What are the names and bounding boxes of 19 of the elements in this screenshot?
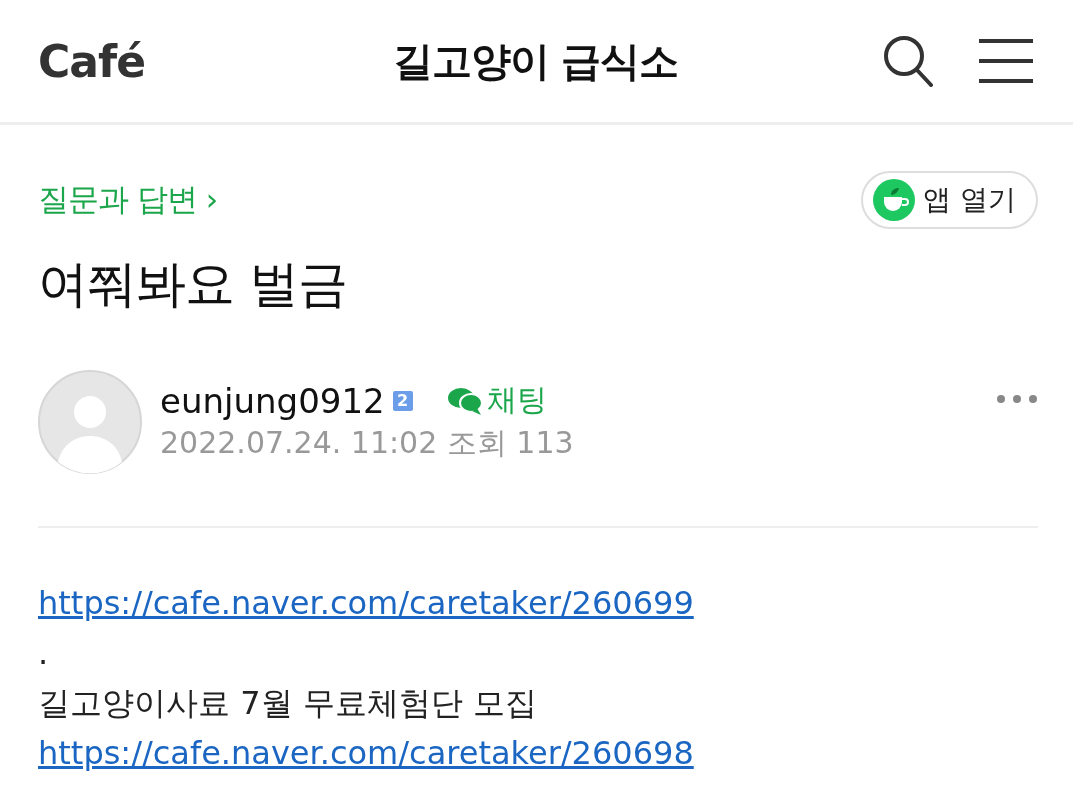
body-text: . — [38, 634, 49, 672]
author-name[interactable]: eunjung0912 — [160, 380, 385, 421]
cafe-title: 길고양이 급식소 — [391, 36, 680, 86]
menu-icon[interactable] — [979, 39, 1033, 83]
open-app-button[interactable]: 앱 열기 — [861, 171, 1038, 229]
post-link[interactable]: https://cafe.naver.com/caretaker/260698 — [38, 734, 694, 772]
more-icon[interactable] — [996, 394, 1038, 404]
post-date-views: 2022.07.24. 11:02 조회 113 — [160, 424, 575, 462]
level-badge: 2 — [392, 390, 413, 411]
post-title: 여쭤봐요 벌금 — [38, 254, 348, 315]
post-link[interactable]: https://cafe.naver.com/caretaker/260699 — [38, 584, 694, 622]
body-text: 길고양이사료 7월 무료체험단 모집 — [38, 684, 537, 722]
chat-bubble-icon — [446, 385, 483, 416]
avatar-icon — [38, 370, 142, 474]
cafe-logo[interactable]: Café — [38, 35, 238, 87]
search-icon[interactable] — [883, 35, 933, 87]
board-link[interactable]: 질문과 답변 › — [38, 179, 218, 221]
coffee-cup-icon — [873, 179, 916, 221]
chat-button[interactable]: 채팅 — [446, 380, 547, 421]
